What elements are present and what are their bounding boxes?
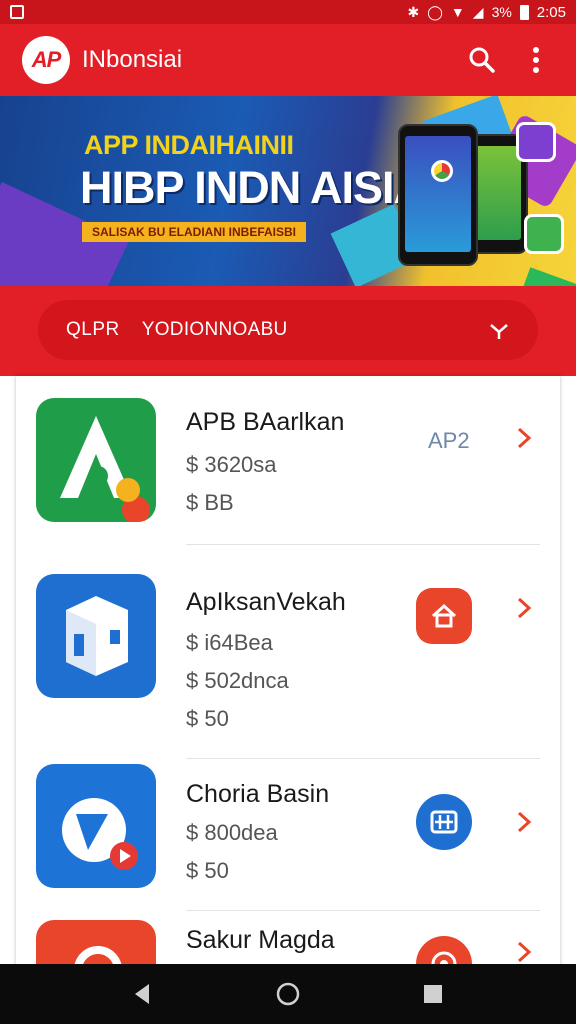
battery-text: 3% bbox=[491, 4, 512, 20]
home-button[interactable] bbox=[268, 974, 308, 1014]
home-icon bbox=[431, 603, 457, 628]
app-price: $ 50 bbox=[186, 706, 229, 731]
app-price: $ 3620sa bbox=[186, 452, 277, 477]
phone-illustration bbox=[398, 124, 478, 266]
banner-decoration bbox=[513, 267, 576, 286]
banner-headline: HIBP INDN AISIAI bbox=[80, 162, 438, 213]
clock: 2:05 bbox=[536, 3, 566, 21]
app-tile-icon bbox=[524, 214, 564, 254]
action-badge[interactable] bbox=[416, 794, 472, 850]
divider bbox=[186, 758, 540, 759]
divider bbox=[186, 910, 540, 911]
app-list: APB BAarlkan $ 3620sa $ BB AP2 ApIksanVe… bbox=[16, 376, 560, 976]
sync-icon: ◯ bbox=[427, 4, 443, 20]
cube-logo-icon bbox=[66, 596, 128, 676]
app-price: $ 502dnca bbox=[186, 668, 289, 693]
filter-prefix: QLPR bbox=[66, 319, 120, 340]
list-item[interactable]: Choria Basin $ 800dea $ 50 bbox=[16, 760, 560, 930]
app-logo[interactable]: AP bbox=[22, 36, 70, 84]
app-tag: AP2 bbox=[428, 428, 470, 453]
chevron-right-icon bbox=[517, 811, 532, 833]
app-name: Choria Basin bbox=[186, 780, 330, 808]
banner-kicker: APP INDAIHAINII bbox=[84, 130, 294, 160]
app-price: $ BB bbox=[186, 490, 234, 515]
system-nav-bar bbox=[0, 964, 576, 1024]
recents-icon bbox=[424, 985, 443, 1003]
app-price: $ i64Bea bbox=[186, 630, 273, 655]
a-logo-icon bbox=[60, 416, 150, 522]
app-icon bbox=[36, 764, 156, 888]
app-title: INbonsiai bbox=[82, 46, 183, 73]
chevron-right-icon bbox=[517, 941, 532, 963]
chevron-down-icon bbox=[490, 324, 508, 339]
status-bar: ✱ ◯ ▼ ◢ 3% 2:05 bbox=[0, 0, 576, 24]
search-icon bbox=[469, 47, 495, 73]
app-name: Sakur Magda bbox=[186, 926, 335, 954]
wifi-icon: ▼ bbox=[450, 4, 465, 20]
home-circle-icon bbox=[276, 982, 300, 1006]
signal-icon: ◢ bbox=[472, 4, 484, 20]
chrome-icon bbox=[431, 160, 453, 182]
more-vert-icon bbox=[533, 47, 539, 73]
app-name: ApIksanVekah bbox=[186, 588, 346, 616]
app-bar: AP INbonsiai bbox=[0, 24, 576, 96]
promo-banner[interactable]: APP INDAIHAINII HIBP INDN AISIAI SALISAK… bbox=[0, 96, 576, 286]
battery-icon bbox=[519, 4, 529, 20]
app-price: $ 50 bbox=[186, 858, 229, 883]
back-icon bbox=[134, 984, 149, 1004]
app-name: APB BAarlkan bbox=[186, 408, 345, 436]
category-dropdown[interactable]: QLPR YODIONNOABU bbox=[38, 300, 538, 360]
logo-text: AP bbox=[31, 47, 62, 72]
app-icon bbox=[36, 398, 156, 522]
notification-icon: ✱ bbox=[407, 4, 420, 20]
recents-button[interactable] bbox=[413, 974, 453, 1014]
gallery-notification-icon bbox=[10, 5, 24, 19]
app-tile-icon bbox=[516, 122, 556, 162]
action-badge[interactable] bbox=[416, 588, 472, 644]
more-options-button[interactable] bbox=[518, 42, 554, 78]
filter-value: YODIONNOABU bbox=[141, 319, 288, 340]
grid-icon bbox=[430, 810, 458, 834]
play-logo-icon bbox=[62, 798, 138, 870]
list-item[interactable]: APB BAarlkan $ 3620sa $ BB AP2 bbox=[16, 376, 560, 546]
banner-strip: SALISAK BU ELADIANI INBEFAISBI bbox=[82, 222, 307, 242]
app-icon bbox=[36, 574, 156, 698]
chevron-right-icon bbox=[517, 597, 532, 619]
divider bbox=[186, 544, 540, 545]
back-button[interactable] bbox=[123, 974, 163, 1014]
app-price: $ 800dea bbox=[186, 820, 278, 845]
filter-band: QLPR YODIONNOABU bbox=[0, 286, 576, 376]
list-item[interactable]: ApIksanVekah $ i64Bea $ 502dnca $ 50 bbox=[16, 546, 560, 760]
chevron-right-icon bbox=[517, 427, 532, 449]
search-button[interactable] bbox=[464, 42, 500, 78]
